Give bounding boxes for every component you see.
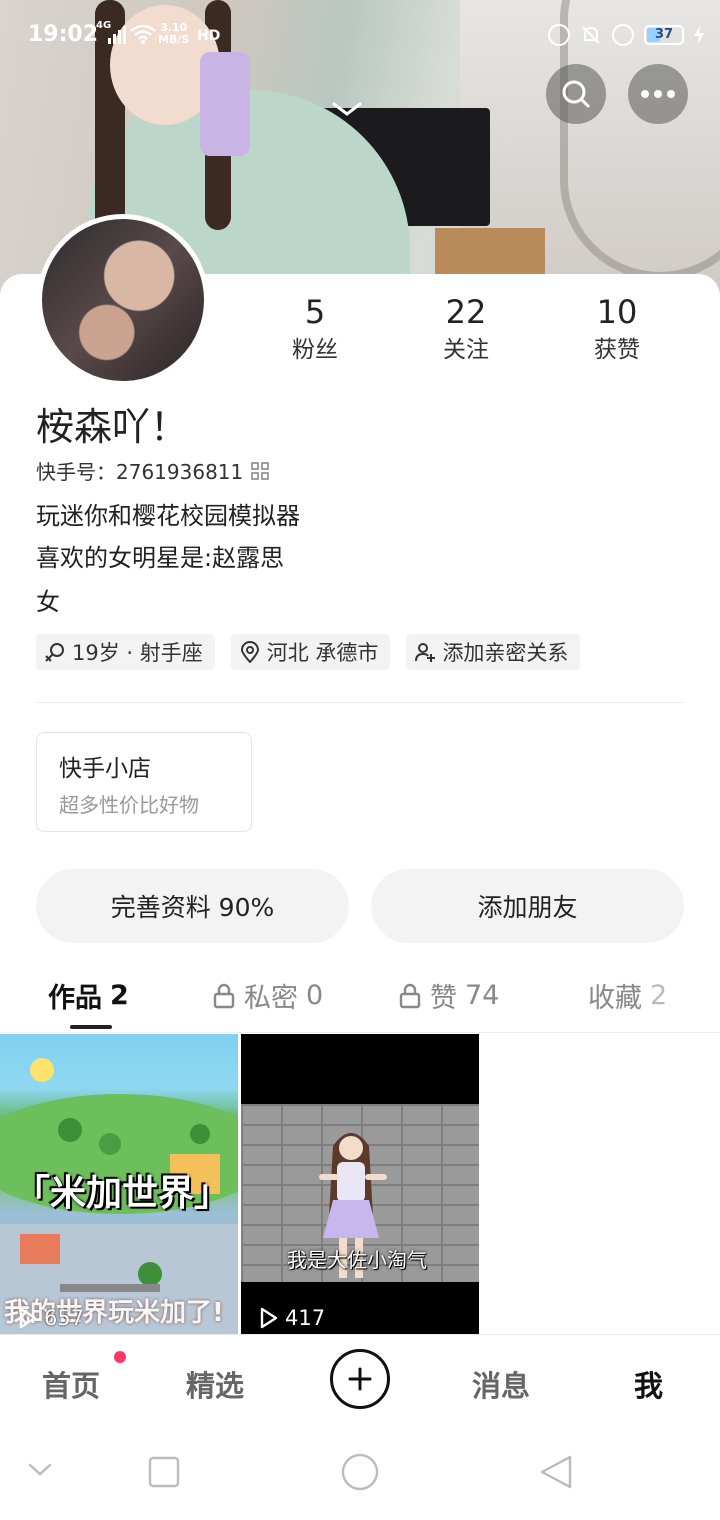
search-icon xyxy=(562,80,590,108)
signal-icon xyxy=(108,26,126,44)
likes-label: 获赞 xyxy=(594,337,640,363)
tab-private-count: 0 xyxy=(306,980,324,1011)
play-count-value: 417 xyxy=(285,1306,326,1330)
tab-favorites[interactable]: 收藏 2 xyxy=(588,976,667,1015)
wifi-icon xyxy=(130,24,156,44)
nav-home[interactable]: 首页 xyxy=(42,1363,100,1405)
tag-location-text: 河北 承德市 xyxy=(266,641,379,665)
stat-followers[interactable]: 5 粉丝 xyxy=(255,292,375,368)
active-tab-indicator xyxy=(70,1025,112,1029)
lock-icon xyxy=(213,983,235,1008)
content-tabs: 作品 2 私密 0 赞 74 收藏 2 xyxy=(0,976,720,1032)
battery-icon: 37 xyxy=(644,25,684,45)
tag-add-relationship-text: 添加亲密关系 xyxy=(442,641,569,665)
divider xyxy=(36,702,684,703)
likes-count: 10 xyxy=(596,293,638,331)
status-time: 19:02 xyxy=(28,22,99,47)
tag-add-relationship[interactable]: 添加亲密关系 xyxy=(406,634,581,670)
kuaishou-shop-card[interactable]: 快手小店 超多性价比好物 xyxy=(36,732,252,832)
avatar[interactable] xyxy=(37,214,209,386)
mute-bell-icon xyxy=(582,26,600,44)
following-count: 22 xyxy=(445,293,487,331)
notification-dot xyxy=(114,1351,126,1363)
plus-icon xyxy=(348,1367,372,1391)
play-icon xyxy=(260,1307,278,1329)
kuaishou-id: 快手号：2761936811 xyxy=(36,460,244,484)
tab-private-label: 私密 xyxy=(244,983,298,1014)
tab-liked-count: 74 xyxy=(465,980,500,1011)
location-pin-icon xyxy=(240,641,259,663)
kuaishou-id-row[interactable]: 快手号：2761936811 xyxy=(36,456,270,485)
following-label: 关注 xyxy=(443,337,489,363)
tab-private[interactable]: 私密 0 xyxy=(212,976,323,1015)
nav-featured[interactable]: 精选 xyxy=(186,1363,244,1405)
play-count: 417 xyxy=(259,1306,325,1330)
add-person-icon xyxy=(415,643,436,662)
tag-age-zodiac[interactable]: 19岁 · 射手座 xyxy=(36,634,215,670)
battery-level: 37 xyxy=(654,27,674,42)
status-right-icons: 37 xyxy=(548,24,704,46)
video-caption: 我是大佐小淘气 xyxy=(287,1248,427,1272)
moon-icon xyxy=(548,24,570,46)
search-button[interactable] xyxy=(546,64,606,124)
back-triangle-icon[interactable] xyxy=(538,1454,574,1490)
video-thumbnail[interactable]: 我是大佐小淘气 417 xyxy=(241,1034,479,1334)
profile-tags: 19岁 · 射手座 河北 承德市 添加亲密关系 xyxy=(36,634,581,670)
video-thumbnail[interactable]: 「米加世界」 我的世界玩米加了! 657 xyxy=(0,1034,238,1334)
qr-code-icon[interactable] xyxy=(251,461,270,480)
stat-likes[interactable]: 10 获赞 xyxy=(557,292,677,368)
play-count-value: 657 xyxy=(44,1306,85,1330)
cover-phone xyxy=(200,52,250,156)
tag-location[interactable]: 河北 承德市 xyxy=(230,634,391,670)
network-speed-unit: MB/S xyxy=(158,33,190,46)
stat-following[interactable]: 22 关注 xyxy=(406,292,526,368)
more-button[interactable] xyxy=(628,64,688,124)
nav-messages[interactable]: 消息 xyxy=(472,1363,530,1405)
bio-line: 女 xyxy=(36,588,60,616)
tabs-divider xyxy=(0,1032,720,1033)
nav-me[interactable]: 我 xyxy=(634,1363,663,1405)
lock-icon xyxy=(399,983,421,1008)
followers-label: 粉丝 xyxy=(292,337,338,363)
nickname: 桉森吖！ xyxy=(36,405,189,449)
followers-count: 5 xyxy=(304,293,326,331)
complete-profile-button[interactable]: 完善资料 90% xyxy=(36,869,349,943)
chevron-down-icon[interactable] xyxy=(28,1462,52,1478)
bio-line: 喜欢的女明星是:赵露思 xyxy=(36,544,285,572)
tab-liked[interactable]: 赞 74 xyxy=(398,976,499,1015)
tab-works[interactable]: 作品 2 xyxy=(48,976,129,1015)
lock-rotation-icon xyxy=(612,24,634,46)
tab-liked-label: 赞 xyxy=(430,983,457,1014)
tag-age-zodiac-text: 19岁 · 射手座 xyxy=(72,641,203,665)
tab-favorites-label: 收藏 xyxy=(588,983,642,1014)
play-count: 657 xyxy=(18,1306,84,1330)
more-icon xyxy=(641,90,675,98)
status-bar: 19:02 4G 3.10 MB/S HD 37 xyxy=(0,20,720,56)
create-button[interactable] xyxy=(330,1349,390,1409)
tab-works-count: 2 xyxy=(110,980,129,1011)
hd-indicator: HD xyxy=(197,28,221,44)
bio-line: 玩迷你和樱花校园模拟器 xyxy=(36,502,300,530)
bottom-nav: 首页 精选 消息 我 xyxy=(0,1334,720,1428)
recents-square-icon[interactable] xyxy=(148,1456,180,1488)
shop-title: 快手小店 xyxy=(59,756,151,782)
shop-subtitle: 超多性价比好物 xyxy=(59,793,199,817)
home-circle-icon[interactable] xyxy=(340,1452,380,1492)
system-nav-bar xyxy=(0,1428,720,1520)
tab-works-label: 作品 xyxy=(48,983,102,1014)
add-friend-button[interactable]: 添加朋友 xyxy=(371,869,684,943)
female-icon xyxy=(45,643,64,662)
chevron-down-icon[interactable] xyxy=(332,100,362,118)
video-title: 「米加世界」 xyxy=(14,1173,231,1214)
network-speed: 3.10 MB/S xyxy=(158,22,189,46)
charging-icon xyxy=(694,26,704,44)
tab-favorites-count: 2 xyxy=(650,980,668,1011)
play-icon xyxy=(19,1307,37,1329)
